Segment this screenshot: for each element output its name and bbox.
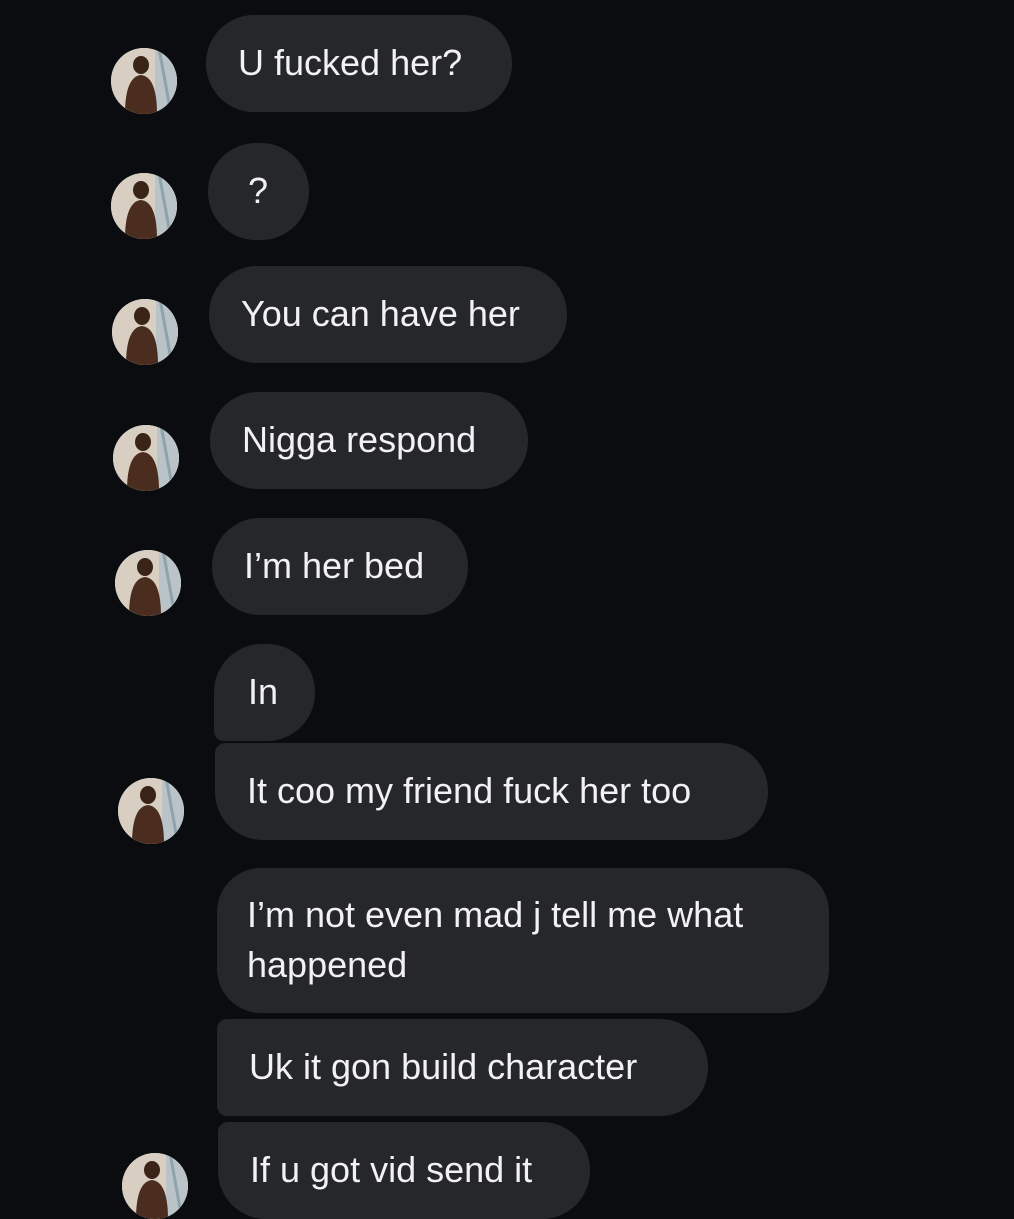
profile-photo-icon <box>113 425 179 491</box>
message-bubble[interactable]: ? <box>208 143 309 240</box>
profile-photo-icon <box>115 550 181 616</box>
profile-photo-icon <box>122 1153 188 1219</box>
profile-photo-icon <box>118 778 184 844</box>
sender-avatar[interactable] <box>112 299 178 365</box>
sender-avatar[interactable] <box>122 1153 188 1219</box>
sender-avatar[interactable] <box>113 425 179 491</box>
message-thread[interactable]: U fucked her? ? You can have her Nigga r… <box>0 0 1014 1219</box>
message-bubble[interactable]: It coo my friend fuck her too <box>215 743 768 840</box>
sender-avatar[interactable] <box>118 778 184 844</box>
message-bubble[interactable]: Nigga respond <box>210 392 528 489</box>
sender-avatar[interactable] <box>111 48 177 114</box>
message-bubble[interactable]: You can have her <box>209 266 567 363</box>
message-bubble[interactable]: I’m her bed <box>212 518 468 615</box>
profile-photo-icon <box>111 48 177 114</box>
message-bubble[interactable]: Uk it gon build character <box>217 1019 708 1116</box>
message-bubble[interactable]: In <box>214 644 315 741</box>
sender-avatar[interactable] <box>115 550 181 616</box>
message-bubble[interactable]: I’m not even mad j tell me what happened <box>217 868 829 1013</box>
profile-photo-icon <box>112 299 178 365</box>
message-bubble[interactable]: U fucked her? <box>206 15 512 112</box>
profile-photo-icon <box>111 173 177 239</box>
message-bubble[interactable]: If u got vid send it <box>218 1122 590 1219</box>
sender-avatar[interactable] <box>111 173 177 239</box>
